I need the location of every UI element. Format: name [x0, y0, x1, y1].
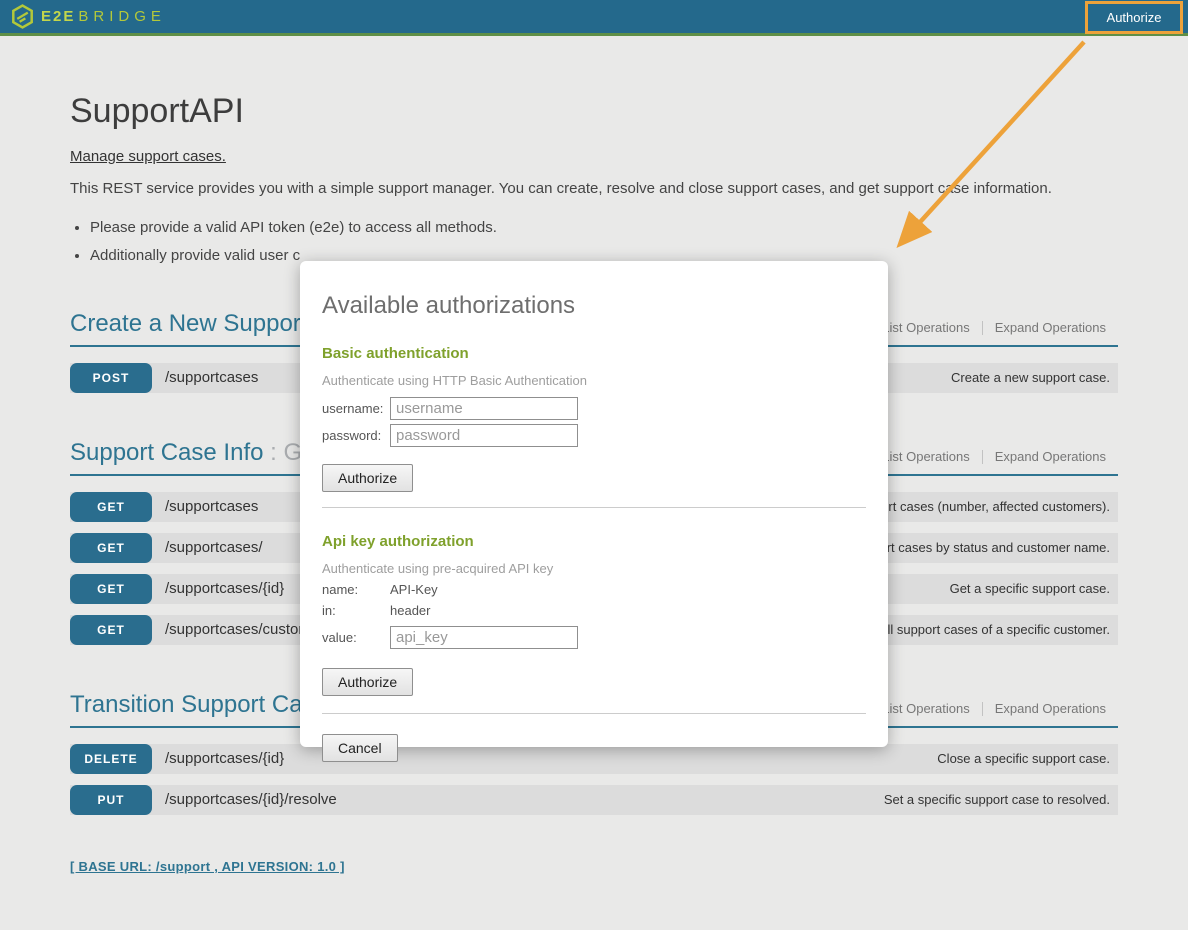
e2e-bridge-hexagon-icon: [11, 4, 34, 29]
apikey-value-input[interactable]: [390, 626, 578, 649]
endpoint-description: Close a specific support case.: [937, 744, 1110, 774]
http-method-badge[interactable]: GET: [70, 533, 152, 563]
modal-divider: [322, 507, 866, 508]
section-title: Support Case Info : Ge: [70, 439, 315, 467]
password-input[interactable]: [390, 424, 578, 447]
http-method-badge[interactable]: PUT: [70, 785, 152, 815]
endpoint-row[interactable]: PUT /supportcases/{id}/resolve Set a spe…: [70, 785, 1118, 815]
modal-divider: [322, 713, 866, 714]
base-url-link[interactable]: [ BASE URL: /support , API VERSION: 1.0 …: [70, 859, 345, 874]
available-authorizations-modal: Available authorizations Basic authentic…: [300, 261, 888, 747]
section-title-text: Support Case Info: [70, 439, 263, 466]
header-authorize-button[interactable]: Authorize: [1107, 10, 1162, 25]
manage-support-cases-link[interactable]: Manage support cases.: [70, 148, 226, 165]
endpoint-description: upport cases by status and customer name…: [858, 533, 1110, 563]
http-method-badge[interactable]: GET: [70, 492, 152, 522]
apikey-value-row: value:: [322, 626, 866, 649]
http-method-badge[interactable]: DELETE: [70, 744, 152, 774]
apikey-authorize-button[interactable]: Authorize: [322, 668, 413, 696]
api-description: This REST service provides you with a si…: [70, 180, 1118, 197]
username-input[interactable]: [390, 397, 578, 420]
section-title: Transition Support Ca: [70, 691, 303, 719]
section-title: Create a New Support: [70, 310, 307, 338]
endpoint-description: Get all support cases of a specific cust…: [856, 615, 1110, 645]
api-notes-list: Please provide a valid API token (e2e) t…: [70, 219, 1118, 264]
swagger-ui-page: E2E BRIDGE Authorize SupportAPI Manage s…: [0, 0, 1188, 930]
endpoint-description: Get a specific support case.: [950, 574, 1110, 604]
expand-operations-link[interactable]: Expand Operations: [982, 450, 1118, 464]
header-bar: E2E BRIDGE Authorize: [0, 0, 1188, 36]
brand-logo[interactable]: E2E BRIDGE: [0, 4, 166, 29]
basic-auth-heading: Basic authentication: [322, 345, 866, 362]
apikey-in-label: in:: [322, 603, 390, 618]
api-note: Please provide a valid API token (e2e) t…: [90, 219, 1118, 236]
page-title: SupportAPI: [70, 36, 1118, 131]
basic-auth-hint: Authenticate using HTTP Basic Authentica…: [322, 373, 866, 388]
http-method-badge[interactable]: POST: [70, 363, 152, 393]
brand-text-light: BRIDGE: [78, 8, 166, 25]
apikey-auth-heading: Api key authorization: [322, 533, 866, 550]
apikey-name-value: API-Key: [390, 582, 438, 597]
modal-title: Available authorizations: [322, 292, 866, 320]
cancel-button[interactable]: Cancel: [322, 734, 398, 762]
http-method-badge[interactable]: GET: [70, 615, 152, 645]
endpoint-description: Create a new support case.: [951, 363, 1110, 393]
apikey-auth-hint: Authenticate using pre-acquired API key: [322, 561, 866, 576]
section-title-text: Transition Support Ca: [70, 691, 303, 718]
apikey-in-row: in: header: [322, 603, 866, 618]
password-label: password:: [322, 428, 390, 443]
expand-operations-link[interactable]: Expand Operations: [982, 702, 1118, 716]
expand-operations-link[interactable]: Expand Operations: [982, 321, 1118, 335]
brand-text-bold: E2E: [41, 8, 75, 25]
endpoint-description: Set a specific support case to resolved.: [884, 785, 1110, 815]
username-row: username:: [322, 397, 866, 420]
apikey-value-label: value:: [322, 630, 390, 645]
username-label: username:: [322, 401, 390, 416]
password-row: password:: [322, 424, 866, 447]
http-method-badge[interactable]: GET: [70, 574, 152, 604]
endpoint-description: upport cases (number, affected customers…: [860, 492, 1111, 522]
section-ops-links: List Operations Expand Operations: [869, 450, 1118, 464]
authorize-highlight-annotation: Authorize: [1085, 1, 1183, 34]
section-ops-links: List Operations Expand Operations: [869, 321, 1118, 335]
apikey-name-row: name: API-Key: [322, 582, 866, 597]
apikey-name-label: name:: [322, 582, 390, 597]
apikey-in-value: header: [390, 603, 430, 618]
section-title-text: Create a New Support: [70, 310, 307, 337]
section-ops-links: List Operations Expand Operations: [869, 702, 1118, 716]
basic-authorize-button[interactable]: Authorize: [322, 464, 413, 492]
